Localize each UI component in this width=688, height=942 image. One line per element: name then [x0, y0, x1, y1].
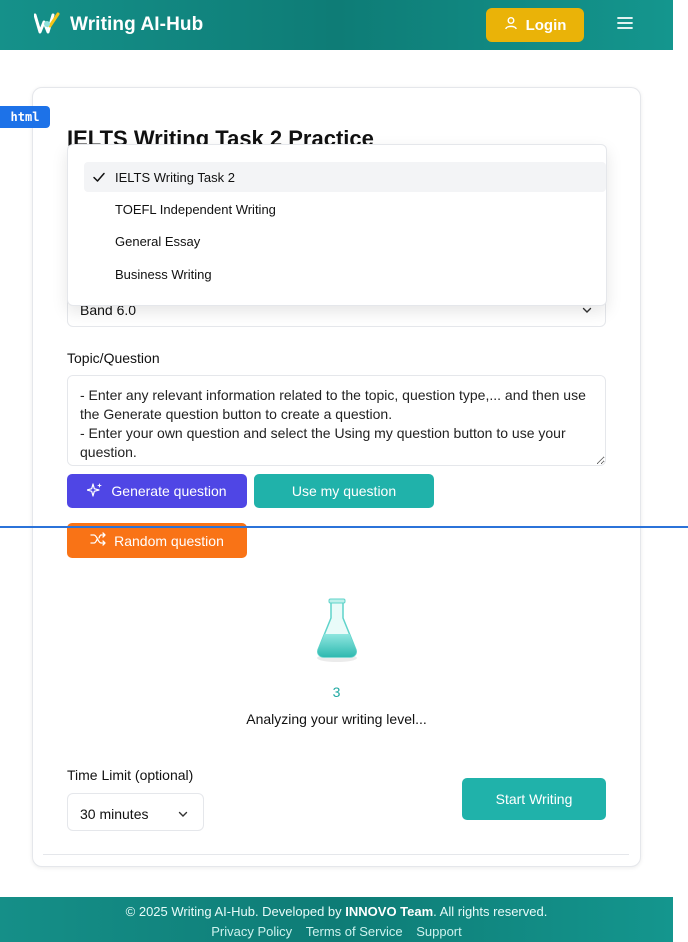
start-writing-label: Start Writing: [495, 791, 573, 807]
footer: © 2025 Writing AI-Hub. Developed by INNO…: [0, 897, 673, 942]
login-label: Login: [525, 16, 567, 34]
time-limit-label: Time Limit (optional): [67, 767, 194, 783]
use-my-question-button[interactable]: Use my question: [254, 474, 434, 508]
dropdown-option-business-writing[interactable]: Business Writing: [84, 259, 606, 289]
dropdown-option-general-essay[interactable]: General Essay: [84, 226, 606, 256]
shuffle-icon: [90, 531, 106, 550]
brand-name[interactable]: Writing AI-Hub: [70, 14, 203, 36]
generate-question-button[interactable]: Generate question: [67, 474, 247, 508]
flask-icon: [312, 598, 362, 664]
top-navbar: Writing AI-Hub Login: [0, 0, 673, 50]
terms-of-service-link[interactable]: Terms of Service: [306, 924, 403, 939]
time-limit-value: 30 minutes: [80, 806, 149, 822]
menu-button[interactable]: [614, 14, 636, 36]
analyzing-message: Analyzing your writing level...: [246, 711, 427, 727]
copyright-text: © 2025 Writing AI-Hub. Developed by INNO…: [0, 904, 673, 919]
check-icon: [92, 170, 106, 184]
privacy-policy-link[interactable]: Privacy Policy: [211, 924, 292, 939]
writing-hub-logo-icon[interactable]: [33, 12, 60, 36]
copyright-suffix: . All rights reserved.: [433, 904, 548, 919]
dropdown-option-toefl[interactable]: TOEFL Independent Writing: [84, 194, 606, 224]
team-name: INNOVO Team: [345, 904, 434, 919]
dropdown-option-label: General Essay: [115, 233, 201, 249]
dropdown-option-label: Business Writing: [115, 266, 212, 282]
user-icon: [504, 16, 518, 34]
card-divider: [43, 854, 629, 855]
sparkles-icon: [86, 482, 103, 501]
topic-question-label: Topic/Question: [67, 350, 160, 366]
test-type-dropdown-menu: IELTS Writing Task 2 TOEFL Independent W…: [67, 144, 607, 306]
start-writing-button[interactable]: Start Writing: [462, 778, 606, 820]
horizontal-guide-line: [0, 526, 688, 528]
chevron-down-icon: [177, 807, 189, 819]
copyright-prefix: © 2025 Writing AI-Hub. Developed by: [125, 904, 346, 919]
html-debug-badge: html: [0, 106, 50, 128]
dropdown-option-label: TOEFL Independent Writing: [115, 201, 276, 217]
generate-question-label: Generate question: [111, 483, 227, 499]
random-question-label: Random question: [114, 532, 224, 549]
hamburger-menu-icon: [617, 16, 633, 35]
login-button[interactable]: Login: [486, 8, 584, 42]
use-my-question-label: Use my question: [291, 483, 397, 499]
footer-links: Privacy Policy Terms of Service Support: [0, 924, 673, 939]
topic-question-textarea[interactable]: [67, 375, 606, 466]
dropdown-option-ielts-task-2[interactable]: IELTS Writing Task 2: [84, 162, 606, 192]
support-link[interactable]: Support: [416, 924, 462, 939]
random-question-button[interactable]: Random question: [67, 523, 247, 558]
countdown-number: 3: [332, 684, 341, 700]
time-limit-select[interactable]: 30 minutes: [67, 793, 204, 831]
dropdown-option-label: IELTS Writing Task 2: [115, 169, 235, 185]
